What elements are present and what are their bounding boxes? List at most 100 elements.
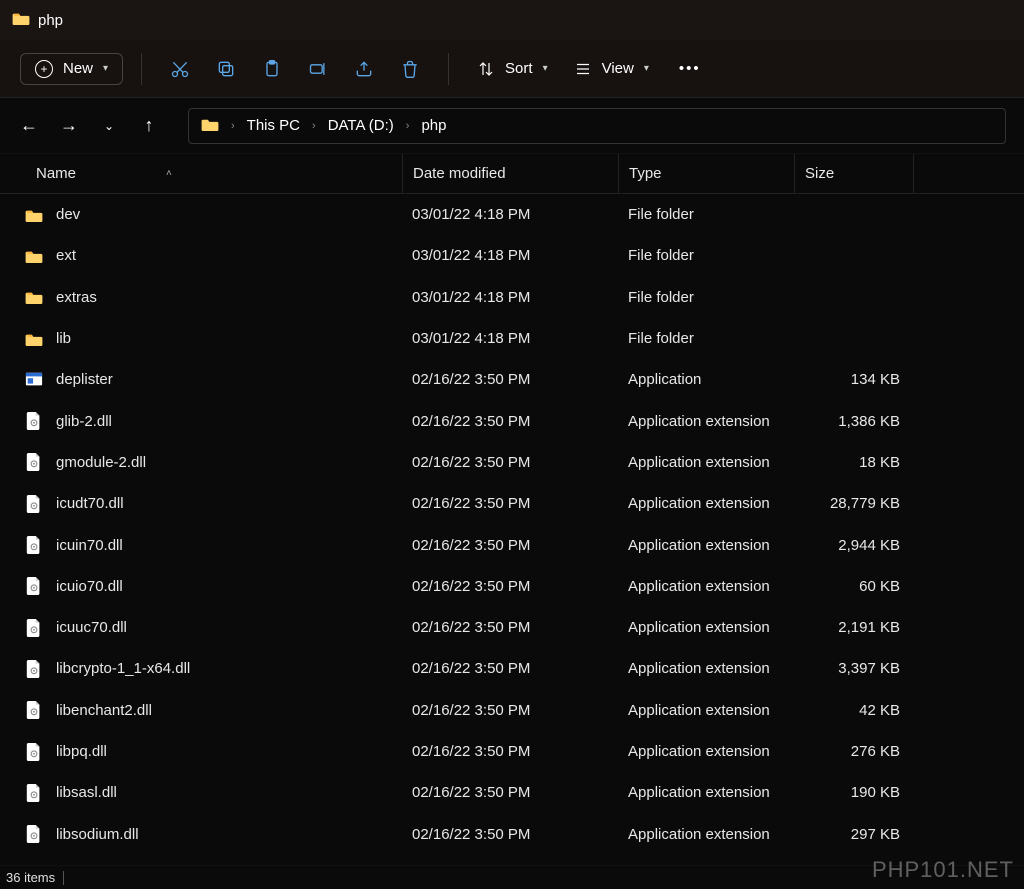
- file-type: Application extension: [618, 619, 794, 636]
- breadcrumb[interactable]: This PC: [247, 117, 300, 134]
- dll-icon: [24, 618, 44, 638]
- file-size: 297 KB: [794, 826, 914, 843]
- toolbar-separator: [141, 53, 142, 85]
- header-size[interactable]: Size: [794, 154, 914, 193]
- file-date: 03/01/22 4:18 PM: [402, 289, 618, 306]
- file-size: 3,397 KB: [794, 660, 914, 677]
- file-name: libsodium.dll: [56, 826, 139, 843]
- file-type: Application extension: [618, 537, 794, 554]
- table-row[interactable]: libsasl.dll 02/16/22 3:50 PMApplication e…: [0, 772, 1024, 813]
- file-date: 02/16/22 3:50 PM: [402, 826, 618, 843]
- table-row[interactable]: ext03/01/22 4:18 PMFile folder: [0, 235, 1024, 276]
- share-button[interactable]: [344, 49, 384, 89]
- file-size: 190 KB: [794, 784, 914, 801]
- file-name: dev: [56, 206, 80, 223]
- paste-button[interactable]: [252, 49, 292, 89]
- folder-icon: [24, 329, 44, 349]
- file-date: 02/16/22 3:50 PM: [402, 413, 618, 430]
- forward-button[interactable]: →: [58, 115, 80, 136]
- delete-button[interactable]: [390, 49, 430, 89]
- rename-button[interactable]: [298, 49, 338, 89]
- address-bar[interactable]: › This PC › DATA (D:) › php: [188, 108, 1006, 144]
- chevron-down-icon: ▾: [644, 63, 649, 74]
- table-row[interactable]: libpq.dll02/16/22 3:50 PMApplication ext…: [0, 731, 1024, 772]
- file-type: Application extension: [618, 826, 794, 843]
- copy-button[interactable]: [206, 49, 246, 89]
- cut-button[interactable]: [160, 49, 200, 89]
- file-size: 18 KB: [794, 454, 914, 471]
- table-row[interactable]: glib-2.dll02/16/22 3:50 PMApplication ex…: [0, 400, 1024, 441]
- file-size: 134 KB: [794, 371, 914, 388]
- back-button[interactable]: ←: [18, 115, 40, 136]
- toolbar-separator: [448, 53, 449, 85]
- breadcrumb[interactable]: DATA (D:): [328, 117, 394, 134]
- watermark: PHP101.NET: [872, 857, 1014, 883]
- view-label: View: [602, 60, 634, 77]
- file-name: libsasl.dll: [56, 784, 117, 801]
- file-name: icuio70.dll: [56, 578, 123, 595]
- new-button[interactable]: + New ▾: [20, 53, 123, 85]
- more-button[interactable]: •••: [665, 54, 715, 83]
- table-row[interactable]: icuuc70.dll02/16/22 3:50 PMApplication e…: [0, 607, 1024, 648]
- header-date-label: Date modified: [413, 165, 506, 182]
- file-name: libcrypto-1_1-x64.dll: [56, 660, 190, 677]
- dll-icon: [24, 659, 44, 679]
- table-row[interactable]: icudt70.dll02/16/22 3:50 PMApplication e…: [0, 483, 1024, 524]
- table-row[interactable]: gmodule-2.dll 02/16/22 3:50 PMApplication…: [0, 442, 1024, 483]
- file-type: Application extension: [618, 784, 794, 801]
- status-divider: [63, 871, 64, 885]
- window-title: php: [38, 12, 63, 29]
- table-row[interactable]: icuio70.dll02/16/22 3:50 PMApplication e…: [0, 566, 1024, 607]
- column-headers: Name ˄ Date modified Type Size: [0, 154, 1024, 194]
- chevron-down-icon: ▾: [543, 63, 548, 74]
- table-row[interactable]: extras03/01/22 4:18 PMFile folder: [0, 277, 1024, 318]
- file-date: 02/16/22 3:50 PM: [402, 537, 618, 554]
- dll-icon: [24, 824, 44, 844]
- file-type: Application extension: [618, 578, 794, 595]
- view-button[interactable]: View ▾: [564, 54, 659, 84]
- plus-icon: +: [35, 60, 53, 78]
- header-name[interactable]: Name ˄: [0, 165, 402, 182]
- up-button[interactable]: ↑: [138, 115, 160, 136]
- file-name: icuuc70.dll: [56, 619, 127, 636]
- chevron-right-icon: ›: [312, 120, 316, 132]
- file-name: glib-2.dll: [56, 413, 112, 430]
- file-name: icuin70.dll: [56, 537, 123, 554]
- file-type: Application extension: [618, 454, 794, 471]
- sort-icon: [477, 60, 495, 78]
- table-row[interactable]: deplister02/16/22 3:50 PMApplication134 …: [0, 359, 1024, 400]
- file-type: Application extension: [618, 495, 794, 512]
- file-date: 02/16/22 3:50 PM: [402, 495, 618, 512]
- file-type: Application extension: [618, 702, 794, 719]
- file-name: gmodule-2.dll: [56, 454, 146, 471]
- file-date: 02/16/22 3:50 PM: [402, 784, 618, 801]
- file-size: 2,944 KB: [794, 537, 914, 554]
- dll-icon: [24, 535, 44, 555]
- status-bar: 36 items: [0, 865, 1024, 889]
- header-name-label: Name: [36, 165, 76, 182]
- list-icon: [574, 60, 592, 78]
- dll-icon: [24, 576, 44, 596]
- file-date: 02/16/22 3:50 PM: [402, 454, 618, 471]
- table-row[interactable]: dev03/01/22 4:18 PMFile folder: [0, 194, 1024, 235]
- sort-button[interactable]: Sort ▾: [467, 54, 558, 84]
- file-type: Application extension: [618, 743, 794, 760]
- folder-icon: [24, 246, 44, 266]
- table-row[interactable]: libcrypto-1_1-x64.dll02/16/22 3:50 PMApp…: [0, 648, 1024, 689]
- toolbar: + New ▾ Sort ▾ View ▾ •••: [0, 40, 1024, 98]
- ellipsis-icon: •••: [679, 60, 701, 77]
- file-list: dev03/01/22 4:18 PMFile folderext03/01/2…: [0, 194, 1024, 855]
- header-date[interactable]: Date modified: [402, 154, 618, 193]
- recent-dropdown[interactable]: ⌄: [98, 119, 120, 133]
- table-row[interactable]: icuin70.dll 02/16/22 3:50 PMApplication e…: [0, 524, 1024, 565]
- table-row[interactable]: libsodium.dll 02/16/22 3:50 PMApplication…: [0, 813, 1024, 854]
- header-type[interactable]: Type: [618, 154, 794, 193]
- folder-icon: [12, 11, 30, 29]
- file-date: 02/16/22 3:50 PM: [402, 371, 618, 388]
- sort-label: Sort: [505, 60, 533, 77]
- breadcrumb[interactable]: php: [421, 117, 446, 134]
- table-row[interactable]: libenchant2.dll02/16/22 3:50 PMApplicati…: [0, 690, 1024, 731]
- file-date: 03/01/22 4:18 PM: [402, 206, 618, 223]
- dll-icon: [24, 742, 44, 762]
- table-row[interactable]: lib03/01/22 4:18 PMFile folder: [0, 318, 1024, 359]
